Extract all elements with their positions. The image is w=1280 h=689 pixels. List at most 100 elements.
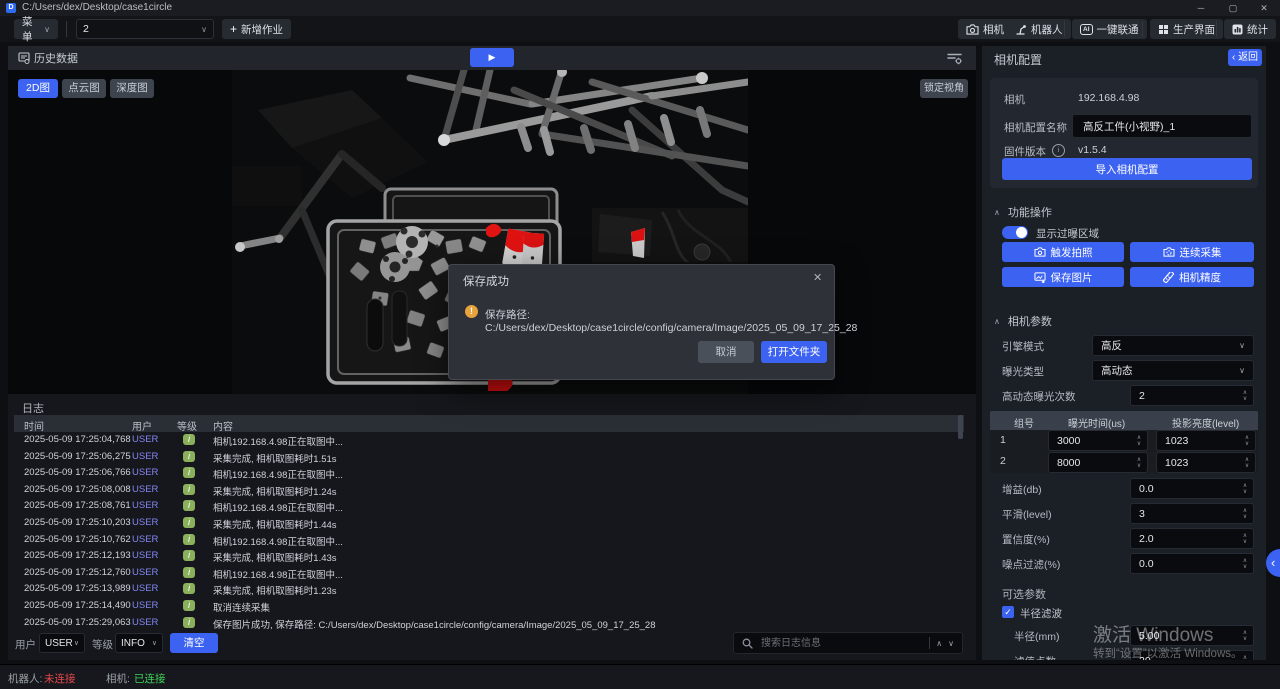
stepper-arrows-icon[interactable]: ∧∨ — [1131, 435, 1147, 447]
smooth-stepper[interactable]: 3 ∧∨ — [1130, 503, 1254, 524]
log-row[interactable]: 2025-05-09 17:25:12,760USERi相机192.168.4.… — [14, 565, 964, 582]
close-button[interactable]: ✕ — [1255, 1, 1273, 15]
toolbar-robot-button[interactable]: 机器人 — [1007, 19, 1071, 39]
log-row[interactable]: 2025-05-09 17:25:08,008USERi采集完成, 相机取图耗时… — [14, 482, 964, 499]
config-name-field[interactable] — [1072, 114, 1252, 138]
menu-button[interactable]: 菜单 ∨ — [14, 19, 58, 39]
minimize-button[interactable]: ─ — [1192, 1, 1210, 15]
exposure-2-stepper[interactable]: 8000 ∧∨ — [1048, 452, 1148, 473]
brightness-2-stepper[interactable]: 1023 ∧∨ — [1156, 452, 1256, 473]
log-row[interactable]: 2025-05-09 17:25:14,490USERi取消连续采集 — [14, 598, 964, 615]
continuous-capture-button[interactable]: 连续采集 — [1130, 242, 1254, 262]
open-folder-button[interactable]: 打开文件夹 — [761, 341, 827, 363]
stepper-arrows-icon[interactable]: ∧∨ — [1237, 483, 1253, 495]
params-section-header[interactable]: ∧ 相机参数 — [994, 313, 1052, 329]
toolbar-link-button[interactable]: AI 一键联通 — [1072, 19, 1147, 39]
lock-view-button[interactable]: 锁定视角 — [920, 79, 968, 98]
overexposure-toggle[interactable] — [1002, 226, 1028, 239]
cancel-button[interactable]: 取消 — [698, 341, 754, 363]
log-scrollbar[interactable] — [958, 415, 963, 439]
history-header: 历史数据 ▶ — [8, 46, 976, 70]
exposure-1-stepper[interactable]: 3000 ∧∨ — [1048, 430, 1148, 451]
back-button[interactable]: ‹ 返回 — [1228, 49, 1262, 66]
import-config-button[interactable]: 导入相机配置 — [1002, 158, 1252, 180]
stepper-arrows-icon[interactable]: ∧∨ — [1237, 390, 1253, 402]
log-row[interactable]: 2025-05-09 17:25:04,768USERi相机192.168.4.… — [14, 432, 964, 449]
hdr-count-value: 2 — [1131, 390, 1237, 402]
log-user: USER — [132, 550, 158, 561]
stepper-arrows-icon[interactable]: ∧∨ — [1239, 457, 1255, 469]
stepper-arrows-icon[interactable]: ∧∨ — [1237, 533, 1253, 545]
trigger-capture-button[interactable]: 触发拍照 — [1002, 242, 1124, 262]
dialog-title: 保存成功 — [463, 273, 509, 289]
tab-2d[interactable]: 2D图 — [18, 79, 58, 98]
log-col-content: 内容 — [213, 418, 233, 433]
toolbar-production-button[interactable]: 生产界面 — [1150, 19, 1223, 39]
chevron-up-icon[interactable]: ∧ — [936, 639, 942, 648]
log-level-badge: i — [183, 434, 195, 445]
divider — [66, 21, 67, 37]
log-row[interactable]: 2025-05-09 17:25:12,193USERi采集完成, 相机取图耗时… — [14, 548, 964, 565]
new-job-button[interactable]: + 新增作业 — [222, 19, 291, 39]
toolbar-stats-button[interactable]: 统计 — [1224, 19, 1276, 39]
noise-filter-label: 噪点过滤(%) — [1002, 557, 1060, 572]
camera-precision-button[interactable]: 相机精度 — [1130, 267, 1254, 287]
camera-loop-icon — [1163, 247, 1175, 257]
log-level-badge: i — [183, 451, 195, 462]
job-select[interactable]: 2 ∨ — [76, 19, 214, 39]
stepper-arrows-icon[interactable]: ∧∨ — [1237, 558, 1253, 570]
log-time: 2025-05-09 17:25:29,063 — [24, 617, 131, 628]
tab-pointcloud[interactable]: 点云图 — [62, 79, 106, 98]
log-row[interactable]: 2025-05-09 17:25:10,762USERi相机192.168.4.… — [14, 532, 964, 549]
confidence-stepper[interactable]: 2.0 ∧∨ — [1130, 528, 1254, 549]
chevron-up-icon: ∧ — [994, 208, 1000, 217]
exposure-type-select[interactable]: 高动态 ∨ — [1092, 360, 1254, 381]
col-brightness: 投影亮度(level) — [1172, 415, 1239, 430]
close-icon[interactable]: ✕ — [813, 271, 822, 284]
chevron-down-icon[interactable]: ∨ — [948, 639, 954, 648]
log-search-input[interactable] — [759, 637, 923, 650]
stepper-arrows-icon[interactable]: ∧∨ — [1237, 630, 1253, 642]
toolbar-camera-button[interactable]: 相机 — [958, 19, 1012, 39]
stepper-arrows-icon[interactable]: ∧∨ — [1131, 457, 1147, 469]
save-image-button[interactable]: 保存图片 — [1002, 267, 1124, 287]
log-row[interactable]: 2025-05-09 17:25:06,275USERi采集完成, 相机取图耗时… — [14, 449, 964, 466]
log-user-filter[interactable]: USER ∨ — [39, 633, 85, 653]
engine-mode-select[interactable]: 高反 ∨ — [1092, 335, 1254, 356]
log-row[interactable]: 2025-05-09 17:25:29,063USERi保存图片成功, 保存路径… — [14, 615, 964, 632]
config-name-input[interactable] — [1081, 119, 1243, 133]
radius-filter-checkbox[interactable]: ✓ — [1002, 606, 1014, 618]
maximize-button[interactable]: ▢ — [1224, 1, 1242, 15]
log-search[interactable]: ∧ ∨ — [733, 632, 963, 654]
log-level-badge: i — [183, 467, 195, 478]
log-content: 相机192.168.4.98正在取图中... — [213, 534, 343, 548]
log-content: 采集完成, 相机取图耗时1.24s — [213, 484, 337, 498]
search-icon — [742, 638, 753, 649]
save-success-dialog: 保存成功 ✕ ! 保存路径: C:/Users/dex/Desktop/case… — [448, 264, 835, 380]
log-level-filter-label: 等级 — [92, 637, 113, 652]
log-col-time: 时间 — [24, 418, 44, 433]
noise-filter-stepper[interactable]: 0.0 ∧∨ — [1130, 553, 1254, 574]
log-level-filter[interactable]: INFO ∨ — [115, 633, 163, 653]
hdr-count-stepper[interactable]: 2 ∧∨ — [1130, 385, 1254, 406]
brightness-1-stepper[interactable]: 1023 ∧∨ — [1156, 430, 1256, 451]
log-row[interactable]: 2025-05-09 17:25:08,761USERi相机192.168.4.… — [14, 498, 964, 515]
clear-log-button[interactable]: 清空 — [170, 633, 218, 653]
run-button[interactable]: ▶ — [470, 48, 514, 67]
log-row[interactable]: 2025-05-09 17:25:10,203USERi采集完成, 相机取图耗时… — [14, 515, 964, 532]
log-level-badge: i — [183, 617, 195, 628]
stepper-arrows-icon[interactable]: ∧∨ — [1237, 508, 1253, 520]
log-row[interactable]: 2025-05-09 17:25:13,989USERi采集完成, 相机取图耗时… — [14, 581, 964, 598]
info-icon[interactable]: i — [1052, 144, 1065, 157]
panel-collapse-handle[interactable]: ‹ — [1266, 549, 1280, 577]
robot-icon — [1015, 23, 1027, 35]
ops-section-header[interactable]: ∧ 功能操作 — [994, 204, 1052, 220]
log-level-badge: i — [183, 500, 195, 511]
gain-stepper[interactable]: 0.0 ∧∨ — [1130, 478, 1254, 499]
log-content: 相机192.168.4.98正在取图中... — [213, 467, 343, 481]
stepper-arrows-icon[interactable]: ∧∨ — [1239, 435, 1255, 447]
tab-depth[interactable]: 深度图 — [110, 79, 154, 98]
log-row[interactable]: 2025-05-09 17:25:06,766USERi相机192.168.4.… — [14, 465, 964, 482]
log-settings-button[interactable] — [946, 51, 963, 70]
log-rows: 2025-05-09 17:25:04,768USERi相机192.168.4.… — [14, 432, 964, 632]
